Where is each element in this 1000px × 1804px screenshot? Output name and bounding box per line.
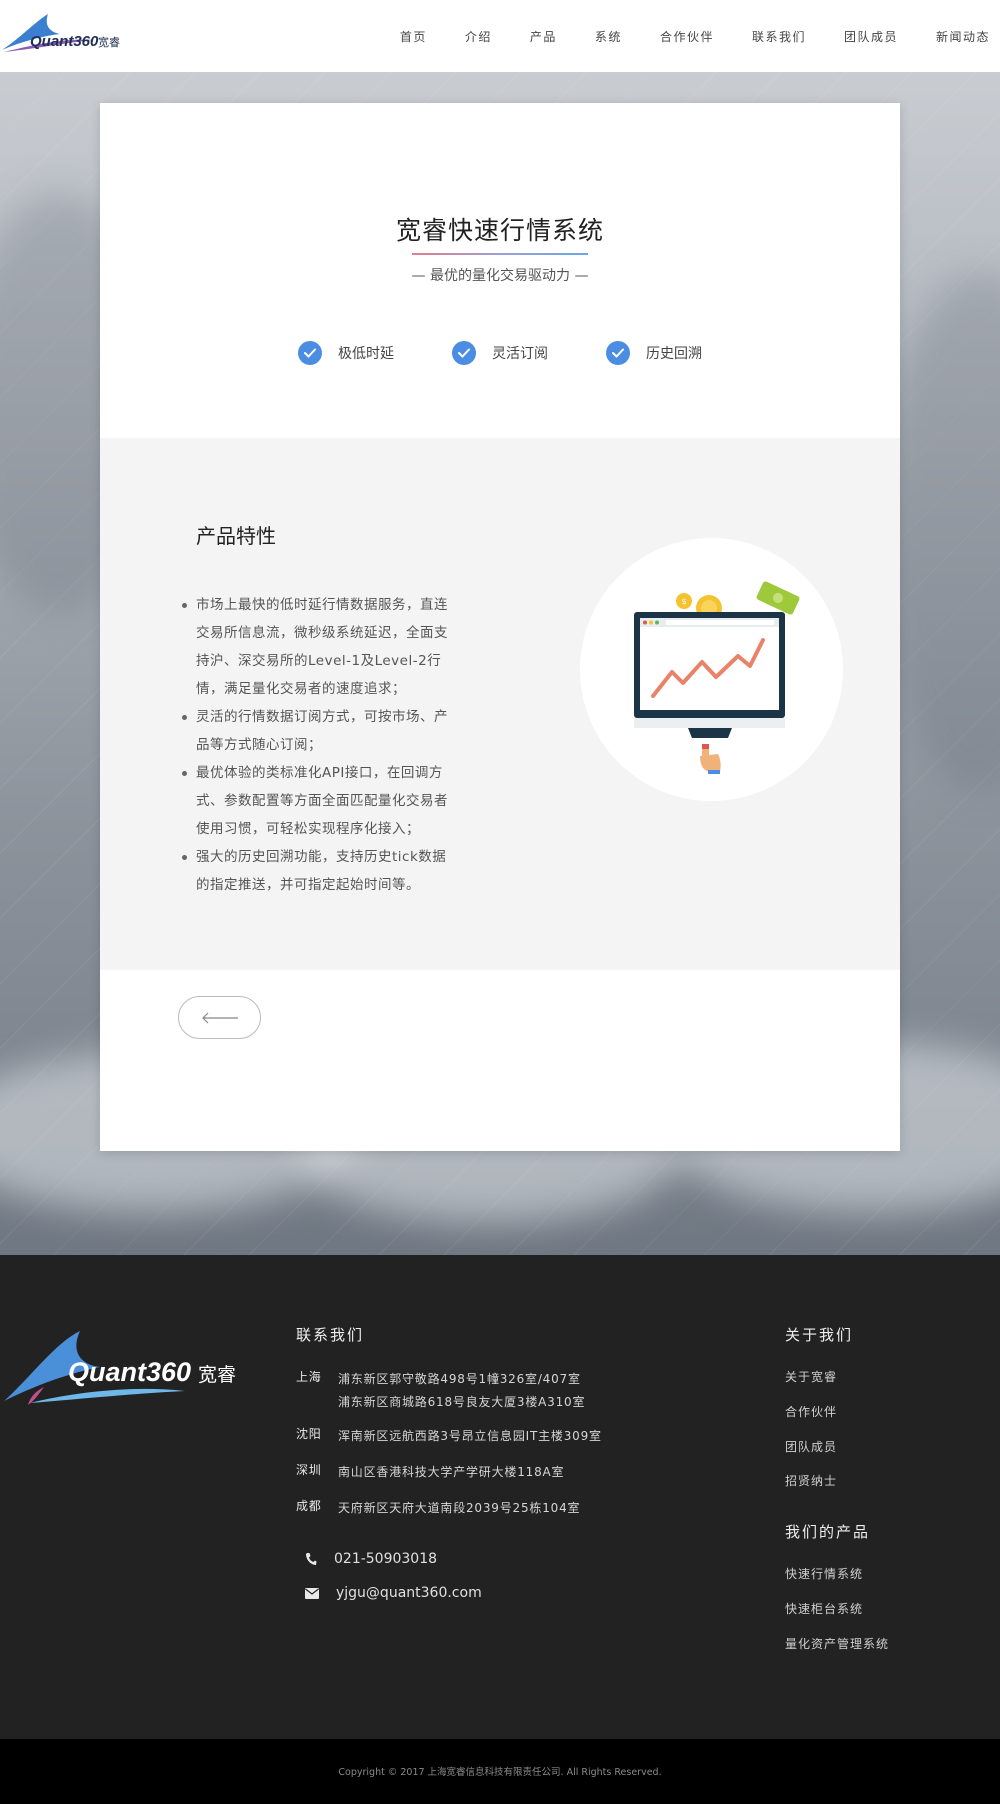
nav-news[interactable]: 新闻动态: [936, 28, 990, 45]
nav-home[interactable]: 首页: [400, 28, 427, 45]
nav-partners[interactable]: 合作伙伴: [660, 28, 714, 45]
feature-item: 极低时延: [298, 341, 394, 365]
back-button[interactable]: [178, 996, 261, 1039]
check-icon: [452, 341, 476, 365]
footer-link-asset-mgmt[interactable]: 量化资产管理系统: [785, 1635, 889, 1652]
nav-systems[interactable]: 系统: [595, 28, 622, 45]
footer-link-team[interactable]: 团队成员: [785, 1438, 837, 1455]
bullet-item: 灵活的行情数据订阅方式，可按市场、产 品等方式随心订阅；: [182, 703, 476, 759]
phone-number[interactable]: 021-50903018: [334, 1551, 437, 1567]
svg-text:Quant360: Quant360: [68, 1357, 191, 1387]
footer-link-counter-system[interactable]: 快速柜台系统: [785, 1600, 863, 1617]
footer-link-partners[interactable]: 合作伙伴: [785, 1403, 837, 1420]
product-features-section: 产品特性 市场上最快的低时延行情数据服务，直连 交易所信息流，微秒级系统延迟，全面…: [100, 438, 900, 970]
bullet-item: 最优体验的类标准化API接口，在回调方 式、参数配置等方面全面匹配量化交易者 使用习…: [182, 759, 476, 843]
footer-link-careers[interactable]: 招贤纳士: [785, 1472, 837, 1489]
phone-row: 021-50903018: [305, 1551, 437, 1567]
check-icon: [606, 341, 630, 365]
svg-text:Quant360: Quant360: [30, 33, 99, 50]
feature-list: 极低时延 灵活订阅 历史回溯: [100, 341, 900, 365]
contact-title: 联系我们: [296, 1326, 365, 1344]
feature-item: 灵活订阅: [452, 341, 548, 365]
copyright-bar: Copyright © 2017 上海宽睿信息科技有限责任公司. All Rig…: [0, 1739, 1000, 1804]
copyright-text: Copyright © 2017 上海宽睿信息科技有限责任公司. All Rig…: [338, 1767, 662, 1778]
svg-text:$: $: [681, 597, 686, 606]
nav-products[interactable]: 产品: [530, 28, 557, 45]
feature-label: 历史回溯: [646, 346, 702, 362]
office-shanghai: 上海 浦东新区郭守敬路498号1幢326室/407室 浦东新区商城路618号良友…: [296, 1370, 586, 1409]
envelope-icon: [305, 1587, 319, 1599]
products-title: 我们的产品: [785, 1523, 871, 1541]
footer-logo[interactable]: Quant360 宽睿: [0, 1323, 250, 1418]
about-title: 关于我们: [785, 1326, 854, 1344]
svg-text:宽睿: 宽睿: [98, 35, 120, 49]
site-footer: Quant360 宽睿 联系我们 上海 浦东新区郭守敬路498号1幢326室/4…: [0, 1255, 1000, 1739]
nav-contact[interactable]: 联系我们: [752, 28, 806, 45]
office-shenyang: 沈阳 浑南新区远航西路3号昂立信息园IT主楼309室: [296, 1427, 602, 1443]
nav-intro[interactable]: 介绍: [465, 28, 492, 45]
section-title: 产品特性: [196, 524, 276, 548]
trading-monitor-illustration: $: [634, 581, 800, 774]
arrow-left-icon: [201, 1012, 238, 1023]
site-header: Quant360 宽睿 首页 介绍 产品 系统 合作伙伴 联系我们 团队成员 新…: [0, 0, 1000, 72]
product-card: 宽睿快速行情系统 — 最优的量化交易驱动力 — 极低时延 灵活订阅 历史回溯 产…: [100, 103, 900, 1151]
bullet-item: 强大的历史回溯功能，支持历史tick数据 的指定推送，并可指定起始时间等。: [182, 843, 476, 899]
main-nav: 首页 介绍 产品 系统 合作伙伴 联系我们 团队成员 新闻动态: [362, 0, 990, 72]
email-row: yjgu@quant360.com: [305, 1585, 482, 1601]
email-address[interactable]: yjgu@quant360.com: [336, 1585, 482, 1601]
nav-team[interactable]: 团队成员: [844, 28, 898, 45]
office-chengdu: 成都 天府新区天府大道南段2039号25栋104室: [296, 1499, 581, 1515]
title-underline: [412, 253, 588, 255]
svg-text:宽睿: 宽睿: [198, 1364, 236, 1386]
footer-link-quote-system[interactable]: 快速行情系统: [785, 1565, 863, 1582]
feature-item: 历史回溯: [606, 341, 702, 365]
feature-bullets: 市场上最快的低时延行情数据服务，直连 交易所信息流，微秒级系统延迟，全面支 持沪、深…: [182, 591, 476, 899]
page-title: 宽睿快速行情系统: [395, 216, 604, 245]
phone-icon: [306, 1553, 317, 1565]
bullet-item: 市场上最快的低时延行情数据服务，直连 交易所信息流，微秒级系统延迟，全面支 持沪、深…: [182, 591, 476, 703]
feature-label: 灵活订阅: [492, 346, 548, 362]
check-icon: [298, 341, 322, 365]
quant360-logo[interactable]: Quant360 宽睿: [0, 8, 125, 58]
footer-link-about[interactable]: 关于宽睿: [785, 1368, 837, 1385]
page-subtitle: — 最优的量化交易驱动力 —: [411, 268, 589, 284]
office-shenzhen: 深圳 南山区香港科技大学产学研大楼118A室: [296, 1463, 565, 1479]
feature-label: 极低时延: [338, 346, 394, 362]
